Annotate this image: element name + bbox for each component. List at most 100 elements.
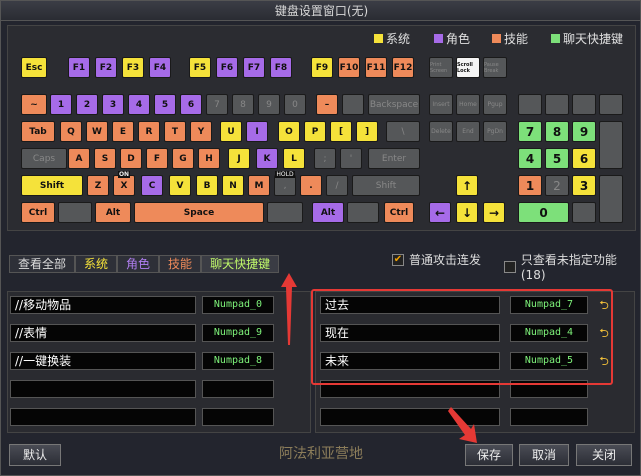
- key-f5[interactable]: F5: [189, 57, 211, 78]
- key-numpad-3[interactable]: 3: [572, 175, 596, 196]
- key-numpad-multiply[interactable]: [572, 94, 596, 115]
- key-slash[interactable]: /: [326, 175, 348, 196]
- key-f4[interactable]: F4: [149, 57, 171, 78]
- key-scroll-lock[interactable]: Scroll Lock: [456, 57, 480, 78]
- key-0[interactable]: 0: [284, 94, 306, 115]
- key-s[interactable]: S: [94, 148, 116, 169]
- key-7[interactable]: 7: [206, 94, 228, 115]
- key-3[interactable]: 3: [102, 94, 124, 115]
- checkbox-empty-icon[interactable]: [504, 260, 516, 273]
- key-comma[interactable]: HOLD,: [274, 171, 296, 196]
- auto-attack-option[interactable]: ✔ 普通攻击连发: [392, 251, 481, 268]
- checkbox-checked-icon[interactable]: ✔: [392, 253, 404, 266]
- key-menu[interactable]: [347, 202, 379, 223]
- key-numpad-divide[interactable]: [545, 94, 569, 115]
- shortcut-name-field[interactable]: //一键换装: [10, 352, 196, 370]
- key-o[interactable]: O: [278, 121, 300, 142]
- key-f6[interactable]: F6: [216, 57, 238, 78]
- shortcut-key-field-empty[interactable]: [202, 408, 274, 426]
- key-1[interactable]: 1: [50, 94, 72, 115]
- key-numpad-dot[interactable]: [572, 202, 596, 223]
- key-numpad-5[interactable]: 5: [545, 148, 569, 169]
- shortcut-name-field[interactable]: //表情: [10, 324, 196, 342]
- key-5[interactable]: 5: [154, 94, 176, 115]
- key-w[interactable]: W: [86, 121, 108, 142]
- key-right-ctrl[interactable]: Ctrl: [384, 202, 414, 223]
- tab-view-all[interactable]: 查看全部: [9, 255, 76, 273]
- shortcut-key-field[interactable]: Numpad_0: [202, 296, 274, 314]
- key-home[interactable]: Home: [456, 94, 480, 115]
- unassigned-filter-option[interactable]: 只查看未指定功能(18): [504, 251, 640, 282]
- key-backspace[interactable]: Backspace: [368, 94, 420, 115]
- key-v[interactable]: V: [169, 175, 191, 196]
- tab-skill[interactable]: 技能: [159, 255, 202, 273]
- key-caps[interactable]: Caps: [21, 148, 67, 169]
- key-period[interactable]: .: [300, 175, 322, 196]
- key-f8[interactable]: F8: [270, 57, 292, 78]
- key-f3[interactable]: F3: [122, 57, 144, 78]
- shortcut-key-field[interactable]: Numpad_9: [202, 324, 274, 342]
- key-u[interactable]: U: [220, 121, 242, 142]
- key-numpad-9[interactable]: 9: [572, 121, 596, 142]
- key-k[interactable]: K: [256, 148, 278, 169]
- key-x[interactable]: ON X: [113, 171, 135, 196]
- key-enter[interactable]: Enter: [368, 148, 420, 169]
- tab-character[interactable]: 角色: [117, 255, 160, 273]
- key-delete[interactable]: Delete: [429, 121, 453, 142]
- key-n[interactable]: N: [222, 175, 244, 196]
- key-pause-break[interactable]: Pause Break: [483, 57, 507, 78]
- key-i[interactable]: I: [246, 121, 268, 142]
- key-right-alt[interactable]: Alt: [312, 202, 344, 223]
- shortcut-key-field-empty[interactable]: [510, 408, 588, 426]
- key-esc[interactable]: Esc: [21, 57, 47, 78]
- key-right-shift[interactable]: Shift: [352, 175, 420, 196]
- key-minus[interactable]: –: [316, 94, 338, 115]
- tab-chat-shortcut[interactable]: 聊天快捷键: [201, 255, 280, 273]
- key-equals[interactable]: [342, 94, 364, 115]
- key-l[interactable]: L: [283, 148, 305, 169]
- key-t[interactable]: T: [164, 121, 186, 142]
- key-space-right[interactable]: [267, 202, 303, 223]
- key-f[interactable]: F: [146, 148, 168, 169]
- cancel-button[interactable]: 取消: [519, 444, 569, 466]
- key-2[interactable]: 2: [76, 94, 98, 115]
- shortcut-key-field[interactable]: Numpad_8: [202, 352, 274, 370]
- tab-system[interactable]: 系统: [75, 255, 118, 273]
- key-arrow-left[interactable]: ←: [429, 202, 451, 223]
- key-8[interactable]: 8: [232, 94, 254, 115]
- shortcut-key-field-empty[interactable]: [202, 380, 274, 398]
- key-z[interactable]: Z: [87, 175, 109, 196]
- key-arrow-right[interactable]: →: [483, 202, 505, 223]
- key-y[interactable]: Y: [190, 121, 212, 142]
- key-right-bracket[interactable]: ]: [356, 121, 378, 142]
- key-r[interactable]: R: [138, 121, 160, 142]
- key-j[interactable]: J: [228, 148, 250, 169]
- key-pgdn[interactable]: PgDn: [483, 121, 507, 142]
- key-win[interactable]: [58, 202, 92, 223]
- key-end[interactable]: End: [456, 121, 480, 142]
- default-button[interactable]: 默认: [9, 444, 61, 466]
- key-4[interactable]: 4: [128, 94, 150, 115]
- key-arrow-up[interactable]: ↑: [456, 175, 478, 196]
- key-tab[interactable]: Tab: [21, 121, 55, 142]
- save-button[interactable]: 保存: [465, 444, 513, 466]
- key-arrow-down[interactable]: ↓: [456, 202, 478, 223]
- key-space[interactable]: Space: [134, 202, 264, 223]
- close-button[interactable]: 关闭: [576, 444, 632, 466]
- key-6[interactable]: 6: [180, 94, 202, 115]
- key-left-ctrl[interactable]: Ctrl: [21, 202, 55, 223]
- key-print-screen[interactable]: Print Screen: [429, 57, 453, 78]
- key-a[interactable]: A: [68, 148, 90, 169]
- key-g[interactable]: G: [172, 148, 194, 169]
- key-pgup[interactable]: Pgup: [483, 94, 507, 115]
- key-quote[interactable]: ': [340, 148, 362, 169]
- shortcut-name-field-empty[interactable]: [10, 408, 196, 426]
- key-c[interactable]: C: [141, 175, 163, 196]
- key-numpad-4[interactable]: 4: [518, 148, 542, 169]
- key-numlock[interactable]: [518, 94, 542, 115]
- key-h[interactable]: H: [198, 148, 220, 169]
- key-p[interactable]: P: [304, 121, 326, 142]
- key-f10[interactable]: F10: [338, 57, 360, 78]
- key-f2[interactable]: F2: [95, 57, 117, 78]
- shortcut-name-field-empty[interactable]: [10, 380, 196, 398]
